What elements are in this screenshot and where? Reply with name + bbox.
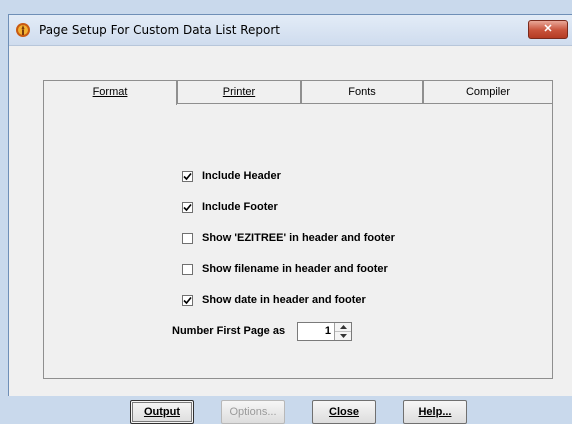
show-filename-label: Show filename in header and footer	[202, 263, 388, 275]
number-first-page-input[interactable]: 1	[297, 322, 352, 341]
number-first-page-spinner[interactable]	[334, 323, 351, 340]
arrow-down-icon	[339, 334, 347, 338]
close-button[interactable]: Close	[312, 400, 376, 424]
help-button-label: Help...	[418, 406, 452, 418]
spin-up-button[interactable]	[335, 323, 351, 332]
tab-printer-label: Printer	[222, 86, 256, 98]
output-button[interactable]: Output	[130, 400, 194, 424]
include-footer-label: Include Footer	[202, 201, 278, 213]
include-footer-option[interactable]: Include Footer	[182, 199, 278, 215]
tab-strip: Format Printer Fonts Compiler	[43, 80, 553, 105]
output-button-label: Output	[143, 406, 181, 418]
close-icon: ✕	[543, 23, 553, 35]
checkmark-icon	[183, 296, 192, 304]
number-first-page-label: Number First Page as	[172, 325, 286, 337]
spin-down-button[interactable]	[335, 332, 351, 340]
show-filename-option[interactable]: Show filename in header and footer	[182, 261, 388, 277]
tab-printer[interactable]: Printer	[177, 80, 301, 104]
show-date-option[interactable]: Show date in header and footer	[182, 292, 366, 308]
arrow-up-icon	[339, 325, 347, 329]
tab-compiler[interactable]: Compiler	[423, 80, 553, 104]
checkmark-icon	[183, 203, 192, 211]
dialog-body: Format Printer Fonts Compiler Include He…	[9, 45, 572, 424]
include-header-option[interactable]: Include Header	[182, 168, 281, 184]
close-button-label: Close	[329, 406, 359, 418]
tab-fonts[interactable]: Fonts	[301, 80, 423, 104]
options-button-label: Options...	[229, 406, 277, 418]
tab-format[interactable]: Format	[43, 80, 177, 105]
show-ezitree-label: Show 'EZITREE' in header and footer	[202, 232, 395, 244]
show-filename-checkbox[interactable]	[182, 263, 193, 275]
show-date-checkbox[interactable]	[182, 294, 193, 306]
show-ezitree-checkbox[interactable]	[182, 232, 193, 244]
page-setup-dialog: Page Setup For Custom Data List Report ✕…	[8, 14, 572, 424]
include-footer-checkbox[interactable]	[182, 201, 193, 213]
number-first-page-value[interactable]: 1	[325, 325, 331, 337]
window-close-button[interactable]: ✕	[528, 20, 568, 39]
tab-compiler-label: Compiler	[465, 86, 510, 98]
format-tab-panel: Include Header Include Footer Show 'EZIT…	[43, 103, 553, 379]
include-header-label: Include Header	[202, 170, 281, 182]
tab-format-label: Format	[92, 86, 128, 98]
checkmark-icon	[183, 172, 192, 180]
show-ezitree-option[interactable]: Show 'EZITREE' in header and footer	[182, 230, 395, 246]
title-bar[interactable]: Page Setup For Custom Data List Report ✕	[9, 15, 572, 45]
help-button[interactable]: Help...	[403, 400, 467, 424]
show-date-label: Show date in header and footer	[202, 294, 366, 306]
options-button[interactable]: Options...	[221, 400, 285, 424]
include-header-checkbox[interactable]	[182, 170, 193, 182]
tab-fonts-label: Fonts	[348, 86, 376, 98]
window-title: Page Setup For Custom Data List Report	[39, 23, 280, 37]
app-icon	[15, 22, 31, 38]
